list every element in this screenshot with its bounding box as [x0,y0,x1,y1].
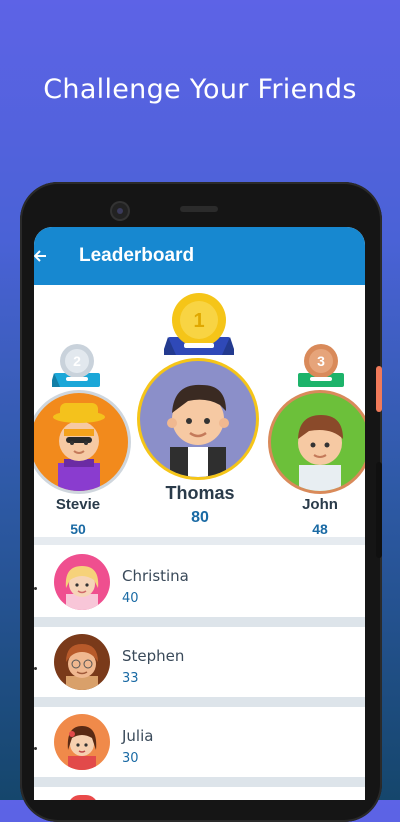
avatar-thomas[interactable] [140,361,256,477]
avatar-john[interactable] [271,393,365,491]
avatar-julia [54,714,110,770]
row-separator [34,777,365,787]
row-separator [34,697,365,707]
leader-score-third: 48 [312,521,328,537]
list-item-name: Christina [122,567,189,585]
list-item-score: 30 [122,751,139,766]
list-item-score: 40 [122,591,139,606]
phone-side-button [376,366,382,412]
promo-headline: Challenge Your Friends [43,74,357,105]
avatar-partial [68,795,98,800]
leader-name-first: Thomas [165,483,235,503]
list-item[interactable]: Julia 30 [34,707,365,777]
avatar-stephen [54,634,110,690]
page-title: Leaderboard [79,245,195,266]
leader-score-second: 50 [70,521,86,537]
avatar-christina [54,554,110,610]
row-separator [34,617,365,627]
gold-medal-icon: 1 [164,293,234,355]
back-arrow-icon[interactable] [34,247,48,265]
phone-camera [112,203,128,219]
list-item-score: 33 [122,671,139,686]
list-item[interactable]: Stephen 33 [34,627,365,697]
avatar-stevie[interactable] [34,393,128,491]
svg-text:3: 3 [317,353,325,369]
svg-text:2: 2 [73,353,81,369]
app-bar: Leaderboard [34,227,365,285]
phone-speaker [180,206,218,212]
podium: 2 1 3 Stevie 50 Thomas 80 John 48 [34,285,365,547]
phone-volume-button [376,462,382,558]
leader-name-third: John [302,496,338,513]
list-item[interactable] [34,787,365,800]
app-screen: Leaderboard 2 1 3 Stevie 50 Thomas 80 Jo… [34,227,365,800]
leader-score-first: 80 [191,509,209,526]
divider [34,537,365,545]
list-item[interactable]: Christina 40 [34,547,365,617]
leader-name-second: Stevie [55,496,101,513]
list-item-name: Julia [122,727,154,745]
list-item-name: Stephen [122,647,185,665]
silver-medal-icon: 2 [52,344,100,387]
bronze-medal-icon: 3 [298,344,344,387]
svg-text:1: 1 [193,310,204,332]
